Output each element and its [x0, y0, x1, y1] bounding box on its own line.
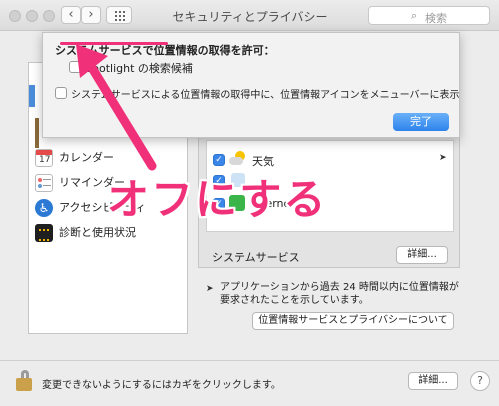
done-button[interactable]: 完了: [393, 113, 449, 131]
accessibility-icon: ♿: [35, 199, 53, 217]
help-button[interactable]: ?: [470, 371, 490, 391]
system-services-details-button[interactable]: 詳細...: [396, 246, 448, 264]
menu-bar-icon-checkbox[interactable]: [55, 87, 67, 99]
show-all-button[interactable]: [106, 6, 132, 24]
sidebar-item-label: 診断と使用状況: [59, 226, 136, 239]
back-button[interactable]: ‹: [61, 6, 81, 24]
advanced-details-button[interactable]: 詳細...: [408, 372, 458, 390]
app-checkbox[interactable]: ✓: [213, 154, 225, 166]
search-field[interactable]: ⌕ 検索: [368, 6, 490, 25]
reminders-icon: [35, 174, 53, 192]
location-arrow-icon: ➤: [206, 284, 214, 294]
search-placeholder: 検索: [425, 12, 447, 25]
calendar-icon: 17: [35, 149, 53, 167]
location-arrow-icon: ➤: [439, 153, 447, 163]
about-location-privacy-button[interactable]: 位置情報サービスとプライバシーについて: [252, 312, 454, 330]
zoom-window-button[interactable]: [43, 10, 55, 22]
weather-icon: [229, 151, 245, 167]
close-window-button[interactable]: [9, 10, 21, 22]
minimize-window-button[interactable]: [26, 10, 38, 22]
recent-location-note: アプリケーションから過去 24 時間以内に位置情報が要求されたことを示しています…: [220, 282, 459, 306]
partial-row-icon: [35, 118, 39, 148]
selected-row-marker: [29, 85, 35, 107]
annotation-label: オフにする: [107, 175, 328, 224]
lock-icon[interactable]: [14, 370, 34, 392]
chevron-right-icon: ›: [88, 7, 94, 22]
forward-button[interactable]: ›: [81, 6, 101, 24]
system-services-label: システムサービス: [212, 251, 300, 264]
search-icon: ⌕: [411, 9, 418, 22]
window-title: セキュリティとプライバシー: [172, 10, 328, 24]
annotation-arrow-icon: [76, 44, 157, 171]
chevron-left-icon: ‹: [68, 7, 74, 22]
lock-message: 変更できないようにするにはカギをクリックします。: [42, 380, 281, 391]
diagnostics-icon: [35, 224, 53, 242]
